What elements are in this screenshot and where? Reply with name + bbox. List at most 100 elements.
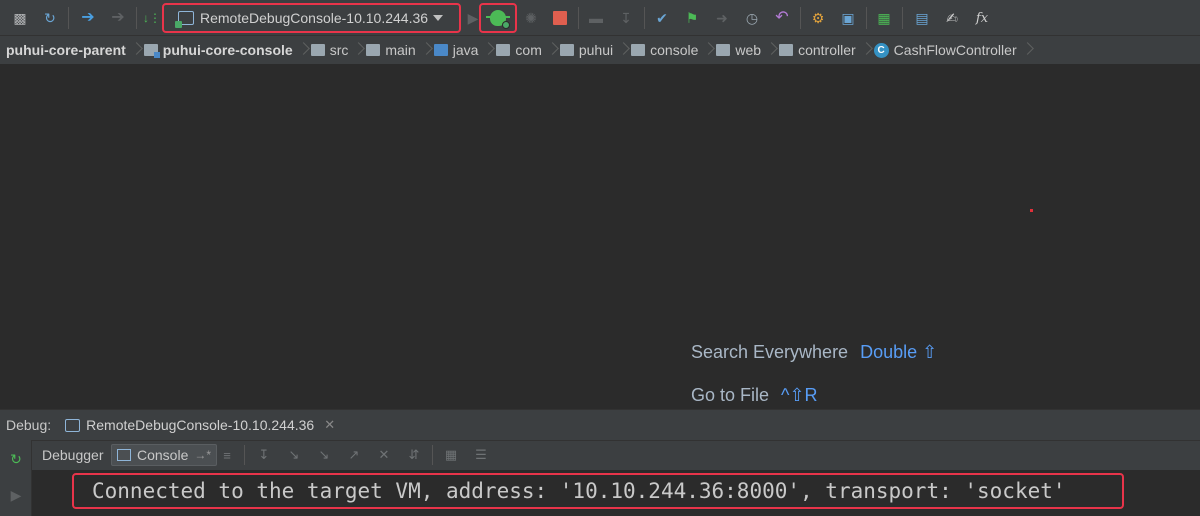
- breadcrumb-item[interactable]: java: [432, 36, 485, 65]
- trace-icon[interactable]: ☰: [472, 446, 490, 464]
- breadcrumb-separator-icon: [299, 36, 309, 65]
- breadcrumb-separator-icon: [354, 36, 364, 65]
- toolbar-separator: [244, 445, 245, 465]
- error-marker: [1030, 209, 1033, 212]
- hint-label: Search Everywhere: [691, 342, 849, 362]
- module-folder-icon: [143, 44, 160, 58]
- vcs-update-icon[interactable]: ↧: [616, 8, 636, 28]
- folder-icon: [366, 44, 381, 56]
- breadcrumb-item[interactable]: com: [494, 36, 547, 65]
- step-over-icon[interactable]: ↧: [255, 446, 273, 464]
- drop-frame-icon[interactable]: ✕: [375, 446, 393, 464]
- step-out-icon[interactable]: ↗: [345, 446, 363, 464]
- breadcrumb-label: web: [735, 42, 762, 58]
- breadcrumb: puhui-core-parent puhui-core-console src…: [0, 36, 1200, 65]
- breadcrumb-separator-icon: [704, 36, 714, 65]
- vcs-history-icon[interactable]: ◷: [742, 8, 762, 28]
- breadcrumb-separator-icon: [619, 36, 629, 65]
- search-everywhere-hint: Search Everywhere Double ⇧: [691, 342, 937, 363]
- build-icon[interactable]: ↓⋮: [142, 8, 162, 28]
- rerun-icon[interactable]: ↻: [6, 449, 26, 469]
- breadcrumb-item[interactable]: console: [629, 36, 704, 65]
- resume-icon[interactable]: ▶: [6, 485, 26, 505]
- forward-icon[interactable]: ➔: [108, 8, 128, 28]
- breadcrumb-separator-icon: [132, 36, 142, 65]
- toolbar-separator: [644, 7, 645, 29]
- breadcrumb-separator-icon: [422, 36, 432, 65]
- revert-icon[interactable]: ↶: [772, 8, 792, 28]
- evaluate-expression-icon[interactable]: ▦: [442, 446, 460, 464]
- debug-button[interactable]: [479, 3, 517, 33]
- breadcrumb-item[interactable]: main: [364, 36, 421, 65]
- breadcrumb-separator-icon: [484, 36, 494, 65]
- folder-icon: [496, 44, 511, 56]
- toolbar-separator: [866, 7, 867, 29]
- project-icon[interactable]: ▦: [874, 8, 894, 28]
- run-config-icon: [65, 418, 81, 432]
- vcs-push-icon[interactable]: ➜: [712, 8, 732, 28]
- breadcrumb-label: puhui: [578, 42, 614, 58]
- breadcrumb-label: com: [515, 42, 542, 58]
- step-into-icon[interactable]: ↘: [285, 446, 303, 464]
- toolbar-separator: [902, 7, 903, 29]
- chevron-down-icon: [433, 15, 443, 21]
- breadcrumb-item[interactable]: src: [309, 36, 355, 65]
- run-to-cursor-icon[interactable]: ⇵: [405, 446, 423, 464]
- go-to-file-hint: Go to File ^⇧R: [691, 385, 818, 406]
- stop-button[interactable]: [550, 8, 570, 28]
- folder-icon: [779, 44, 794, 56]
- sdk-icon[interactable]: ▣: [838, 8, 858, 28]
- git-icon[interactable]: ▬: [586, 8, 606, 28]
- breadcrumb-separator-icon: [548, 36, 558, 65]
- force-step-into-icon[interactable]: ↘: [315, 446, 333, 464]
- toolbar-separator: [800, 7, 801, 29]
- breadcrumb-item[interactable]: controller: [777, 36, 862, 65]
- hint-shortcut: ^⇧R: [781, 385, 818, 405]
- breadcrumb-separator-icon: [862, 36, 872, 65]
- puzzle-icon[interactable]: ✍: [942, 8, 962, 28]
- toolbar-separator: [136, 7, 137, 29]
- back-icon[interactable]: ➔︎: [78, 8, 98, 28]
- function-icon[interactable]: fx: [972, 8, 992, 28]
- show-execution-point-icon[interactable]: ≡: [218, 446, 236, 464]
- tab-console-label: Console: [137, 447, 189, 463]
- stop-icon: [553, 11, 567, 25]
- folder-icon: [310, 44, 325, 56]
- breadcrumb-item[interactable]: puhui-core-console: [142, 36, 299, 65]
- console-icon: [117, 449, 131, 461]
- breadcrumb-item[interactable]: puhui-core-parent: [4, 36, 132, 65]
- debug-session-label: RemoteDebugConsole-10.10.244.36: [86, 417, 315, 433]
- folder-icon: [559, 44, 574, 56]
- run-config-selector[interactable]: RemoteDebugConsole-10.10.244.36: [162, 3, 461, 33]
- toolbar-separator: [432, 445, 433, 465]
- save-icon[interactable]: ▩: [10, 8, 30, 28]
- tab-console[interactable]: Console →*: [111, 444, 218, 466]
- toolbar-separator: [68, 7, 69, 29]
- breadcrumb-separator-icon: [767, 36, 777, 65]
- terminal-icon[interactable]: ▤: [912, 8, 932, 28]
- breadcrumb-label: CashFlowController: [893, 42, 1017, 58]
- hint-label: Go to File: [691, 385, 770, 405]
- breadcrumb-item[interactable]: C CashFlowController: [872, 36, 1023, 65]
- close-icon[interactable]: ✕: [324, 417, 335, 433]
- debug-icon: [486, 10, 510, 29]
- breadcrumb-item[interactable]: web: [714, 36, 767, 65]
- structure-icon[interactable]: ⚙: [808, 8, 828, 28]
- coverage-icon[interactable]: ✺: [521, 8, 541, 28]
- tab-debugger[interactable]: Debugger: [37, 444, 109, 466]
- vcs-branch-icon[interactable]: ⚑: [682, 8, 702, 28]
- editor-area[interactable]: Search Everywhere Double ⇧ Go to File ^⇧R: [0, 66, 1200, 409]
- debug-session-tab[interactable]: RemoteDebugConsole-10.10.244.36 ✕: [65, 410, 345, 441]
- tab-debugger-label: Debugger: [42, 447, 104, 463]
- pin-icon[interactable]: →*: [194, 448, 211, 462]
- folder-icon: [716, 44, 731, 56]
- vcs-commit-icon[interactable]: ✔: [652, 8, 672, 28]
- sync-icon[interactable]: ↻: [40, 8, 60, 28]
- source-folder-icon: [433, 44, 448, 56]
- breadcrumb-item[interactable]: puhui: [558, 36, 619, 65]
- class-icon: C: [873, 42, 889, 58]
- breadcrumb-label: puhui-core-parent: [6, 42, 126, 58]
- console-output-line: Connected to the target VM, address: '10…: [72, 473, 1124, 509]
- breadcrumb-label: src: [329, 42, 349, 58]
- breadcrumb-label: console: [650, 42, 699, 58]
